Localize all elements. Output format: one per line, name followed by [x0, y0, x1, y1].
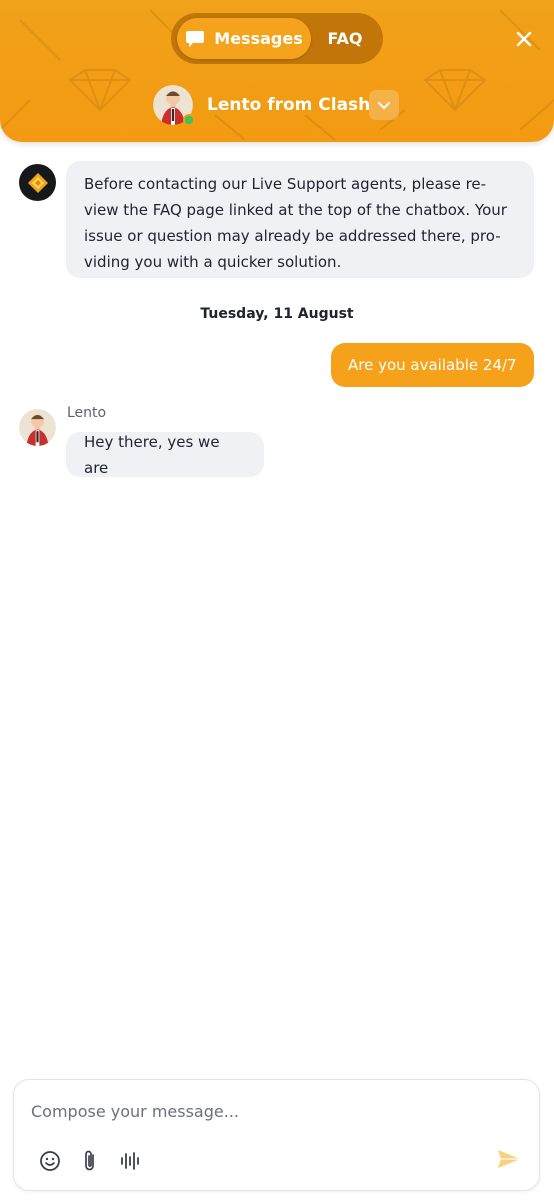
intro-message: Before contacting our Live Support agent…	[66, 161, 534, 278]
send-button[interactable]	[494, 1144, 524, 1174]
voice-icon	[121, 1152, 139, 1170]
close-button[interactable]	[509, 24, 539, 54]
composer	[13, 1079, 540, 1191]
tab-switch: Messages FAQ	[171, 13, 383, 64]
agent-name: Lento from Clash	[207, 95, 371, 115]
incoming-message: Hey there, yes we are	[66, 432, 264, 477]
bot-avatar	[19, 164, 56, 201]
chevron-down-icon	[378, 102, 390, 109]
diamond-logo-icon	[27, 172, 48, 193]
message-input[interactable]	[31, 1096, 511, 1126]
emoji-icon	[40, 1151, 60, 1171]
send-icon	[498, 1150, 520, 1168]
tab-faq[interactable]: FAQ	[313, 18, 377, 59]
sender-avatar	[19, 409, 56, 446]
voice-button[interactable]	[117, 1148, 143, 1174]
sender-name: Lento	[67, 405, 107, 421]
paperclip-icon	[85, 1150, 94, 1171]
attach-button[interactable]	[77, 1148, 103, 1174]
online-status-dot	[183, 114, 195, 126]
tab-messages[interactable]: Messages	[177, 18, 311, 59]
date-separator: Tuesday, 11 August	[200, 306, 354, 322]
agent-avatar-wrap	[153, 85, 195, 126]
chat-bubble-icon	[186, 30, 205, 47]
tab-faq-label: FAQ	[327, 29, 363, 48]
tab-messages-label: Messages	[214, 29, 303, 48]
outgoing-message: Are you available 24/7	[331, 343, 534, 387]
chat-header: Messages FAQ Lento from Clash	[0, 0, 554, 142]
agent-info: Lento from Clash	[153, 84, 370, 126]
emoji-button[interactable]	[37, 1148, 63, 1174]
close-icon	[516, 31, 532, 47]
agent-toggle-button[interactable]	[369, 90, 399, 120]
